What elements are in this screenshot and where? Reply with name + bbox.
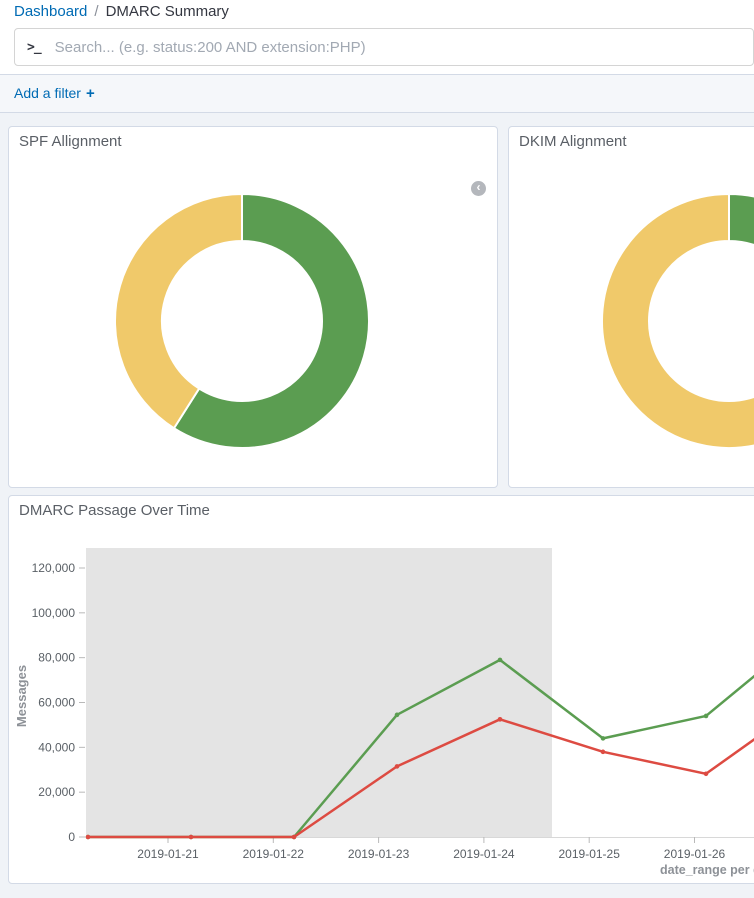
y-tick-label: 80,000 — [38, 651, 75, 665]
y-axis-title: Messages — [14, 665, 29, 727]
panel-title-dkim: DKIM Alignment — [519, 133, 627, 150]
series-point-red[interactable] — [601, 750, 606, 755]
legend-collapse-button[interactable]: ‹ — [471, 181, 486, 196]
series-point-red[interactable] — [395, 764, 400, 769]
series-point-green[interactable] — [704, 714, 709, 719]
dmarc-line-chart[interactable]: 0 20,000 40,000 60,000 80,000 100,000 120,000 2… — [9, 496, 754, 883]
y-tick-label: 100,000 — [32, 606, 76, 620]
y-tick-label: 40,000 — [38, 740, 75, 754]
panel-dmarc-passage: 0 20,000 40,000 60,000 80,000 100,000 120,000 2… — [8, 495, 754, 884]
series-point-red[interactable] — [86, 835, 91, 840]
plus-icon[interactable]: + — [86, 85, 95, 102]
dkim-donut-slice-green[interactable] — [729, 194, 754, 251]
spf-donut-chart[interactable] — [9, 127, 497, 487]
x-tick-label: 2019-01-26 — [664, 847, 726, 861]
console-prompt-icon: >_ — [27, 40, 41, 55]
panel-spf-alignment: SPF Allignment ‹ — [8, 126, 498, 488]
y-tick-label: 20,000 — [38, 785, 75, 799]
filter-bar: Add a filter + — [0, 74, 754, 113]
breadcrumb-current-page: DMARC Summary — [106, 3, 229, 20]
x-tick-label: 2019-01-25 — [559, 847, 621, 861]
search-bar: >_ — [14, 28, 754, 66]
series-point-red[interactable] — [292, 835, 297, 840]
time-selection-overlay — [86, 548, 552, 837]
series-point-red[interactable] — [704, 771, 709, 776]
x-tick-label: 2019-01-21 — [137, 847, 199, 861]
chevron-left-icon: ‹ — [477, 180, 481, 194]
y-tick-label: 120,000 — [32, 561, 76, 575]
x-tick-label: 2019-01-22 — [243, 847, 305, 861]
breadcrumb-dashboard-link[interactable]: Dashboard — [14, 3, 87, 20]
panel-title-spf: SPF Allignment — [19, 133, 122, 150]
breadcrumb-separator: / — [94, 3, 98, 20]
series-point-red[interactable] — [498, 717, 503, 722]
y-tick-label: 60,000 — [38, 696, 75, 710]
series-point-green[interactable] — [601, 736, 606, 741]
add-filter-link[interactable]: Add a filter + — [14, 85, 95, 102]
breadcrumb: Dashboard / DMARC Summary — [14, 3, 229, 20]
y-tick-label: 0 — [68, 830, 75, 844]
x-axis-title: date_range per day — [660, 863, 754, 877]
series-point-green[interactable] — [395, 713, 400, 718]
dashboard-page: Dashboard / DMARC Summary >_ Add a filter +… — [0, 0, 754, 898]
series-point-green[interactable] — [498, 658, 503, 663]
series-point-red[interactable] — [189, 835, 194, 840]
search-input[interactable] — [55, 39, 741, 56]
panel-title-dmarc: DMARC Passage Over Time — [19, 502, 210, 519]
add-filter-label[interactable]: Add a filter — [14, 85, 81, 101]
spf-donut-slice-yellow[interactable] — [115, 194, 242, 428]
x-tick-label: 2019-01-23 — [348, 847, 410, 861]
dkim-donut-chart[interactable] — [509, 127, 754, 487]
x-tick-label: 2019-01-24 — [453, 847, 515, 861]
panel-dkim-alignment: DKIM Alignment — [508, 126, 754, 488]
